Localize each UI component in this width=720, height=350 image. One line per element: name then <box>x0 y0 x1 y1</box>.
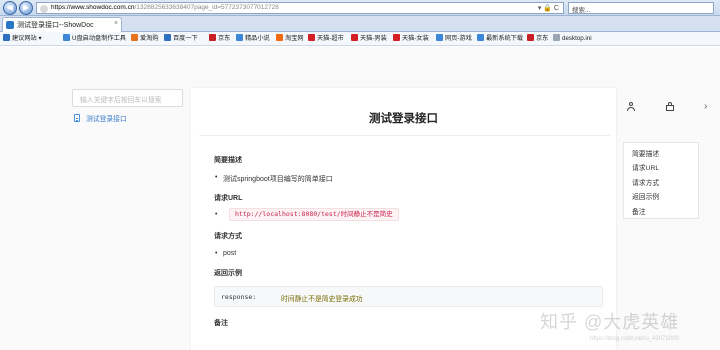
tab-strip: 测试登录接口--ShowDoc × <box>0 16 720 32</box>
address-controls[interactable]: ▾ 🔒 C <box>538 4 559 12</box>
bookmark-icon <box>209 34 216 41</box>
section-heading-url: 请求URL <box>214 195 243 202</box>
url-host: https://www.showdoc.com.cn <box>51 4 135 11</box>
bookmark-icon <box>553 34 560 41</box>
bookmark-item[interactable]: 天猫-超市 <box>308 34 344 44</box>
bookmark-item[interactable]: 京东 <box>209 34 230 44</box>
bookmark-item[interactable]: 京东 <box>527 34 548 44</box>
catalog-search-input[interactable]: 输入关键字后按回车以搜索 <box>72 89 183 107</box>
table-of-contents: 简要描述 请求URL 请求方式 返回示例 备注 <box>623 142 699 219</box>
section-heading-summary: 简要描述 <box>214 157 242 164</box>
bookmark-item[interactable]: 最新系统下载 <box>477 34 523 44</box>
bookmark-icon <box>477 34 484 41</box>
toc-item[interactable]: 简要描述 <box>632 148 659 158</box>
toc-item[interactable]: 请求方式 <box>632 177 659 187</box>
forward-icon[interactable]: ▶ <box>19 1 33 15</box>
section-heading-method: 请求方式 <box>214 233 242 240</box>
user-icon[interactable] <box>627 102 635 111</box>
tab-current[interactable]: 测试登录接口--ShowDoc × <box>2 17 122 32</box>
document-icon <box>74 114 80 122</box>
bookmarks-bar: 建议网站 ▾ U盘启动盘制作工具 爱淘购 百度一下 京东 精品小说 淘宝网 天猫… <box>0 32 720 46</box>
tab-title: 测试登录接口--ShowDoc <box>17 22 94 29</box>
bookmark-item[interactable]: 建议网站 ▾ <box>3 34 42 44</box>
method-item: post <box>215 250 236 257</box>
browser-search-placeholder: 搜索... <box>572 7 591 14</box>
site-identity-icon <box>40 5 48 13</box>
bookmark-icon <box>164 34 171 41</box>
return-value: 时间静止不是简史登录成功 <box>281 296 363 303</box>
bookmark-icon <box>131 34 138 41</box>
bookmark-item[interactable]: 天猫-男装 <box>351 34 387 44</box>
bookmark-item[interactable]: 爱淘购 <box>131 34 159 44</box>
url-text: https://www.showdoc.com.cn/1328825633638… <box>51 4 279 11</box>
bookmark-icon <box>393 34 400 41</box>
bookmark-icon <box>527 34 534 41</box>
back-icon[interactable]: ◀ <box>3 1 17 15</box>
bookmark-icon <box>308 34 315 41</box>
bookmark-item[interactable]: desktop.ini <box>553 34 592 44</box>
bookmark-icon <box>351 34 358 41</box>
tab-close-icon[interactable]: × <box>114 20 118 27</box>
bookmark-icon <box>276 34 283 41</box>
bookmark-item[interactable]: 网页-游戏 <box>436 34 472 44</box>
section-heading-notes: 备注 <box>214 320 228 327</box>
bookmark-icon <box>63 34 70 41</box>
browser-address-bar: ◀ ▶ https://www.showdoc.com.cn/132882563… <box>0 0 720 16</box>
page-title: 测试登录接口 <box>369 113 438 125</box>
bookmark-item[interactable]: 精品小说 <box>236 34 270 44</box>
url-field[interactable]: https://www.showdoc.com.cn/1328825633638… <box>36 2 564 14</box>
toc-item[interactable]: 返回示例 <box>632 191 659 201</box>
bookmark-item[interactable]: 天猫-女装 <box>393 34 429 44</box>
sidebar-item-label: 测试登录接口 <box>86 116 127 123</box>
bookmark-item[interactable]: 淘宝网 <box>276 34 304 44</box>
sidebar-item-doc[interactable]: 测试登录接口 <box>74 113 127 123</box>
bag-icon[interactable] <box>666 102 674 111</box>
url-path: /1328825633638407page_id=577237307701272… <box>134 4 279 11</box>
request-url-code: http://localhost:8080/test/时间静止不是简史 <box>229 208 399 221</box>
browser-search-input[interactable]: 搜索... <box>568 2 714 14</box>
watermark-url: https://blog.csdn.net/u_43071000 <box>590 336 679 342</box>
bookmark-icon <box>436 34 443 41</box>
section-heading-return: 返回示例 <box>214 270 242 277</box>
toc-item[interactable]: 请求URL <box>632 162 659 172</box>
showdoc-favicon-icon <box>6 21 14 29</box>
request-url-value: http://localhost:8080/test/时间静止不是简史 <box>235 210 393 218</box>
bookmark-item[interactable]: U盘启动盘制作工具 <box>63 34 126 44</box>
bookmark-icon <box>236 34 243 41</box>
catalog-search-placeholder: 输入关键字后按回车以搜索 <box>80 97 162 104</box>
bookmark-item[interactable]: 百度一下 <box>164 34 198 44</box>
title-divider <box>199 135 610 136</box>
return-key: response: <box>221 293 257 301</box>
chevron-right-icon[interactable]: › <box>704 102 707 112</box>
watermark-text: 知乎 @大虎英雄 <box>540 312 680 332</box>
return-example-code: response: 时间静止不是简史登录成功 <box>214 286 603 307</box>
summary-item: 测试springboot项目编写的简单接口 <box>215 174 333 184</box>
toc-item[interactable]: 备注 <box>632 206 646 216</box>
bookmark-icon <box>3 34 10 41</box>
